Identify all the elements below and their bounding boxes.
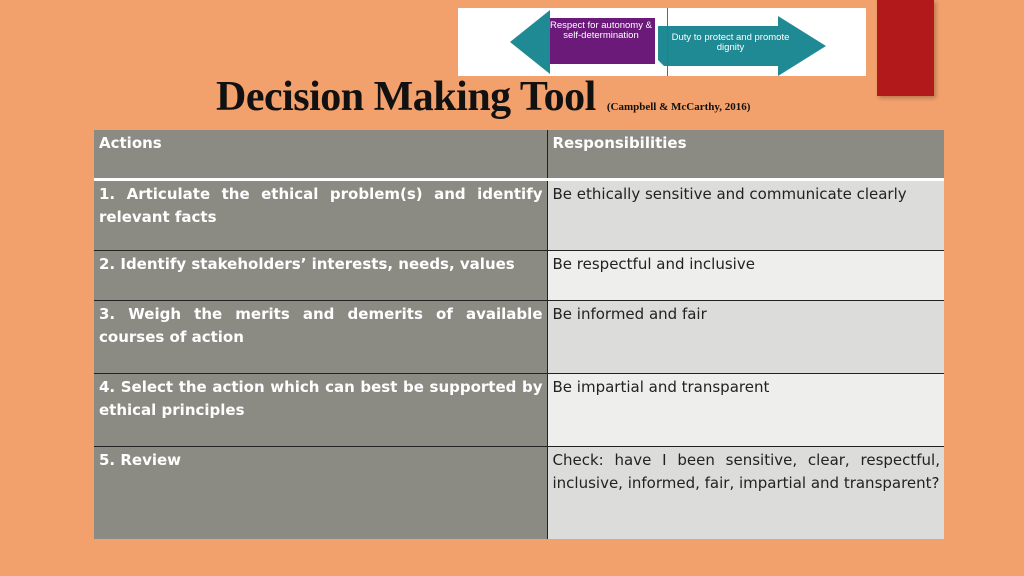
table-row: 3. Weigh the merits and demerits of avai… — [94, 300, 944, 374]
responsibility-cell: Be impartial and transparent — [547, 373, 944, 447]
table-row: 2. Identify stakeholders’ interests, nee… — [94, 250, 944, 301]
column-header-actions: Actions — [94, 130, 548, 181]
citation: (Campbell & McCarthy, 2016) — [606, 101, 751, 113]
column-header-responsibilities: Responsibilities — [547, 130, 944, 181]
decorative-red-tab — [877, 0, 934, 96]
decision-table: Actions Responsibilities 1. Articulate t… — [94, 130, 944, 539]
right-arrow-label: Duty to protect and promote dignity — [671, 32, 790, 53]
table-row: 5. Review Check: have I been sensitive, … — [94, 446, 944, 539]
page-title: Decision Making Tool — [216, 74, 596, 120]
responsibility-cell: Be respectful and inclusive — [547, 250, 944, 301]
action-cell: 4. Select the action which can best be s… — [94, 373, 548, 447]
table-header-row: Actions Responsibilities — [94, 130, 944, 181]
left-arrow-label: Respect for autonomy & self-determinatio… — [550, 20, 652, 41]
ethics-banner-image: Respect for autonomy & self-determinatio… — [458, 8, 866, 76]
responsibility-cell: Be ethically sensitive and communicate c… — [547, 179, 944, 251]
double-arrow-graphic — [510, 10, 826, 76]
action-cell: 1. Articulate the ethical problem(s) and… — [94, 179, 548, 251]
title-row: Decision Making Tool (Campbell & McCarth… — [216, 73, 750, 121]
table-row: 1. Articulate the ethical problem(s) and… — [94, 179, 944, 251]
responsibility-cell: Check: have I been sensitive, clear, res… — [547, 446, 944, 539]
action-cell: 2. Identify stakeholders’ interests, nee… — [94, 250, 548, 301]
responsibility-cell: Be informed and fair — [547, 300, 944, 374]
action-cell: 3. Weigh the merits and demerits of avai… — [94, 300, 548, 374]
action-cell: 5. Review — [94, 446, 548, 539]
table-row: 4. Select the action which can best be s… — [94, 373, 944, 447]
